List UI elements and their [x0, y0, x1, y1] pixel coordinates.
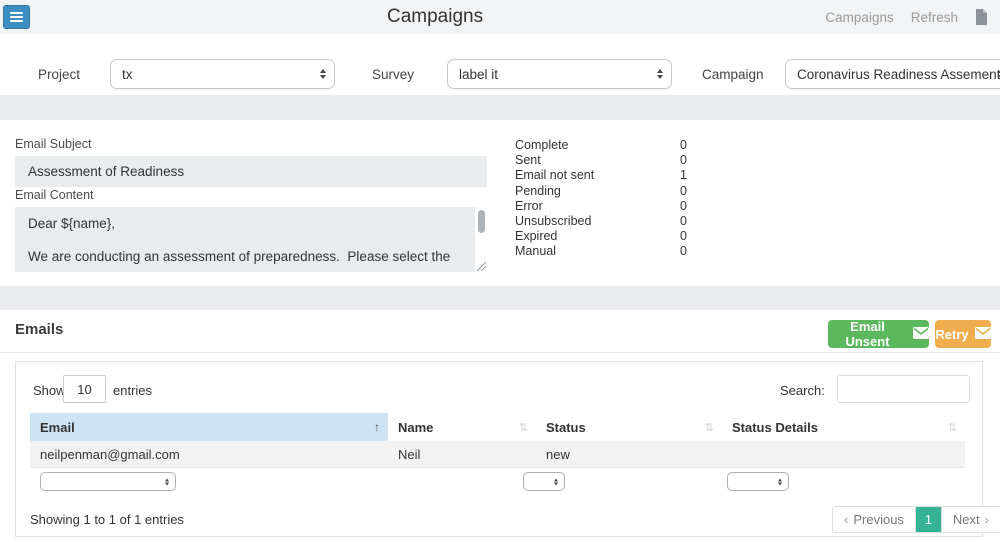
resize-grip-icon[interactable]: [477, 262, 486, 271]
survey-label: Survey: [372, 67, 414, 82]
stat-row: Pending0: [515, 184, 687, 199]
table-info: Showing 1 to 1 of 1 entries: [30, 512, 184, 527]
page-length-select[interactable]: 10: [63, 375, 106, 403]
next-page-button[interactable]: Next ›: [941, 507, 1000, 532]
campaign-stats: Complete0 Sent0 Email not sent1 Pending0…: [515, 138, 687, 260]
stat-row: Error0: [515, 199, 687, 214]
cell-name: Neil: [398, 441, 420, 468]
hamburger-icon: [10, 12, 23, 14]
select-caret-icon: [320, 69, 326, 79]
stat-value: 1: [680, 168, 687, 183]
email-content-label: Email Content: [15, 188, 94, 202]
select-caret-icon: [165, 478, 169, 485]
section-divider-band: [0, 286, 1000, 310]
survey-select[interactable]: label it: [447, 59, 672, 89]
sort-icon: ⇅: [519, 421, 528, 434]
campaign-label: Campaign: [702, 67, 764, 82]
top-bar: Campaigns Campaigns Refresh: [0, 0, 1000, 34]
status-details-filter-select[interactable]: [727, 472, 789, 491]
hamburger-menu-button[interactable]: [3, 5, 30, 29]
project-select[interactable]: tx: [110, 59, 335, 89]
stat-value: 0: [680, 214, 687, 229]
table-row[interactable]: neilpenman@gmail.com Neil new: [30, 441, 965, 468]
nav-link-campaigns[interactable]: Campaigns: [825, 10, 893, 25]
column-header-email[interactable]: Email ↑: [30, 413, 388, 441]
stat-row: Expired0: [515, 229, 687, 244]
email-content-text: Dear ${name}, We are conducting an asses…: [28, 216, 465, 266]
envelope-icon: [913, 327, 929, 342]
chevron-left-icon: ‹: [844, 512, 848, 527]
status-filter-select[interactable]: [523, 472, 565, 491]
stat-row: Sent0: [515, 153, 687, 168]
column-header-status[interactable]: Status ⇅: [536, 413, 722, 441]
envelope-icon: [975, 327, 991, 342]
column-header-name[interactable]: Name ⇅: [388, 413, 536, 441]
section-divider-band: [0, 95, 1000, 120]
email-subject-input[interactable]: Assessment of Readiness: [15, 156, 487, 187]
select-caret-icon: [554, 478, 558, 485]
project-label: Project: [38, 67, 80, 82]
campaigns-page: Campaigns Campaigns Refresh Project tx S…: [0, 0, 1000, 542]
stat-row: Email not sent1: [515, 168, 687, 183]
cell-status: new: [546, 441, 570, 468]
stat-value: 0: [680, 229, 687, 244]
select-caret-icon: [778, 478, 782, 485]
email-filter-select[interactable]: [40, 472, 176, 491]
campaign-select[interactable]: Coronavirus Readiness Assement: [785, 59, 1000, 89]
select-caret-icon: [657, 69, 663, 79]
stat-value: 0: [680, 153, 687, 168]
top-nav: Campaigns Refresh: [825, 0, 988, 34]
nav-link-refresh[interactable]: Refresh: [911, 10, 958, 25]
sort-icon: ⇅: [948, 421, 957, 434]
stat-value: 0: [680, 244, 687, 259]
file-icon[interactable]: [975, 9, 988, 25]
stat-value: 0: [680, 184, 687, 199]
column-header-status-details[interactable]: Status Details ⇅: [722, 413, 965, 441]
retry-button[interactable]: Retry: [935, 320, 991, 348]
stat-row: Complete0: [515, 138, 687, 153]
scrollbar-thumb[interactable]: [478, 210, 485, 233]
show-label: Show: [33, 383, 66, 398]
section-rule: [0, 352, 1000, 353]
email-unsent-button[interactable]: Email Unsent: [828, 320, 929, 348]
cell-email: neilpenman@gmail.com: [40, 441, 180, 468]
email-content-textarea[interactable]: Dear ${name}, We are conducting an asses…: [15, 207, 487, 272]
emails-section-title: Emails: [15, 321, 63, 338]
stat-row: Manual0: [515, 244, 687, 259]
chevron-right-icon: ›: [985, 512, 989, 527]
pagination: ‹ Previous 1 Next ›: [832, 506, 1000, 533]
search-label: Search:: [780, 383, 825, 398]
stat-row: Unsubscribed0: [515, 214, 687, 229]
stat-value: 0: [680, 199, 687, 214]
sort-ascending-icon: ↑: [374, 420, 380, 434]
stat-value: 0: [680, 138, 687, 153]
page-1-button[interactable]: 1: [915, 507, 941, 532]
previous-page-button[interactable]: ‹ Previous: [833, 507, 915, 532]
sort-icon: ⇅: [705, 421, 714, 434]
search-input[interactable]: [837, 375, 970, 403]
page-title: Campaigns: [387, 6, 483, 28]
entries-label: entries: [113, 383, 152, 398]
email-subject-label: Email Subject: [15, 137, 91, 151]
